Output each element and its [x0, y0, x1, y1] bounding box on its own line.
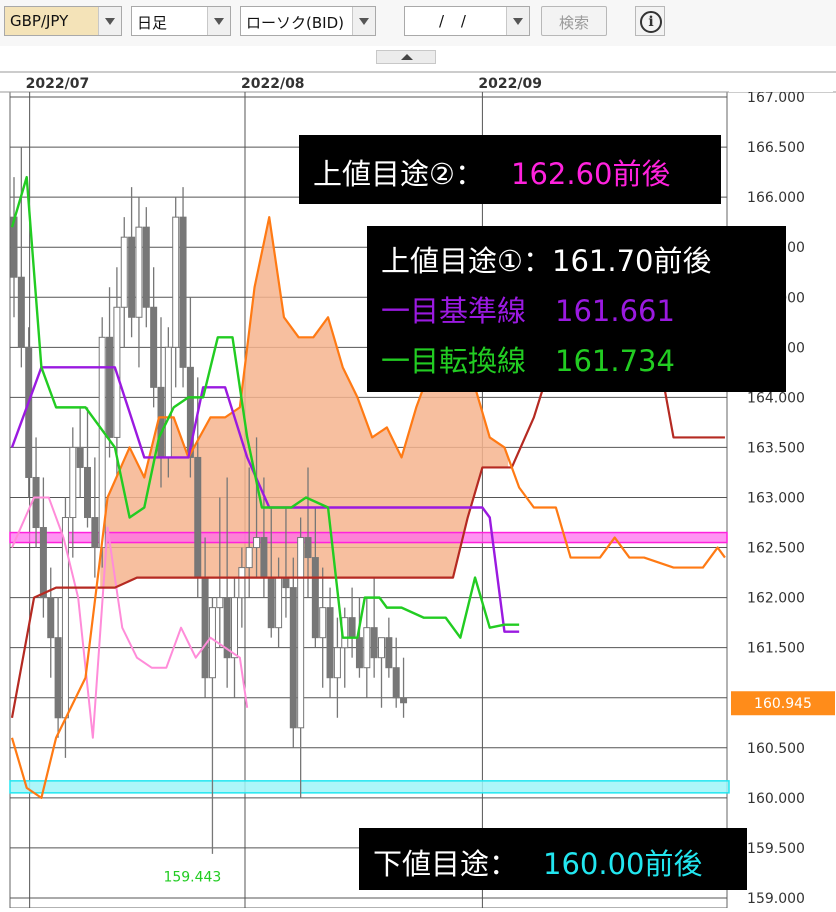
candle-down [76, 446, 84, 468]
low-price-label: 159.443 [163, 870, 221, 886]
upper-target-2-box: 上値目途②： 162.60前後 [299, 135, 721, 204]
y-tick-label: 160.000 [747, 791, 805, 807]
info-button[interactable]: i [635, 6, 665, 36]
candle-up [253, 537, 261, 549]
candle-up [238, 567, 246, 599]
candle-down [355, 637, 363, 669]
candle-up [208, 607, 216, 679]
x-tick-label: 2022/09 [478, 76, 542, 92]
candle-up [245, 547, 253, 569]
chevron-down-icon[interactable] [352, 7, 375, 35]
date-select[interactable]: / / [404, 6, 530, 36]
y-tick-label: 162.000 [747, 591, 805, 607]
candle-up [135, 226, 143, 318]
candle-down [54, 637, 62, 719]
candle-down [106, 336, 114, 438]
upper-target-2-band [9, 531, 728, 544]
x-tick-label: 2022/07 [26, 76, 90, 92]
candle-down [25, 346, 33, 478]
candle-up [164, 346, 172, 458]
candle-up [319, 607, 327, 639]
candle-up [275, 577, 283, 629]
candle-down [84, 466, 91, 519]
candle-down [47, 597, 55, 639]
candle-down [17, 276, 25, 348]
chart-type-value: ローソク(BID) [246, 14, 344, 32]
upper-target-2-value: 162.60前後 [511, 157, 671, 191]
chevron-down-icon[interactable] [506, 7, 529, 35]
upper-target-1-label: 上値目途①：161.70前後 [381, 244, 712, 278]
candle-down [370, 627, 378, 659]
candle-down [392, 667, 400, 699]
candle-up [363, 627, 371, 669]
top-mask [729, 86, 833, 92]
candle-down [194, 456, 202, 579]
y-tick-label: 166.000 [747, 190, 805, 206]
kijun-readout: 一目基準線 161.661 [381, 294, 675, 328]
candle-down [150, 306, 158, 388]
upper-target-1-box: 上値目途①：161.70前後 一目基準線 161.661 一目転換線 161.7… [367, 226, 786, 392]
candle-up [172, 216, 180, 348]
lower-target-box: 下値目途： 160.00前後 [359, 828, 747, 890]
search-button-label: 検索 [558, 14, 589, 32]
period-select[interactable]: 日足 [131, 6, 231, 36]
candle-down [201, 577, 209, 679]
candle-up [333, 647, 341, 679]
y-tick-label: 161.500 [747, 641, 805, 657]
candle-down [260, 537, 268, 579]
symbol-select[interactable]: GBP/JPY [4, 6, 122, 36]
y-tick-label: 164.000 [747, 390, 805, 406]
lower-target-label: 下値目途： [373, 847, 519, 881]
candle-up [378, 637, 385, 659]
y-tick-label: 162.500 [747, 541, 805, 557]
candle-down [39, 527, 47, 599]
candle-down [348, 617, 356, 639]
tenkan-readout: 一目転換線 161.734 [381, 344, 675, 378]
upper-target-2-label: 上値目途②： [313, 157, 484, 191]
candle-down [128, 236, 136, 318]
chart-area: 159.000159.500160.000160.500161.000161.5… [0, 64, 836, 909]
candle-down [179, 216, 187, 368]
y-tick-label: 167.000 [747, 90, 805, 106]
y-tick-label: 163.000 [747, 490, 805, 506]
collapse-toggle[interactable] [376, 50, 436, 64]
lower-target-band [9, 780, 730, 794]
chart-type-select[interactable]: ローソク(BID) [240, 6, 376, 36]
chevron-down-icon[interactable] [98, 7, 121, 35]
candle-down [400, 697, 408, 704]
search-button[interactable]: 検索 [541, 6, 607, 36]
period-value: 日足 [137, 14, 168, 32]
candle-down [32, 476, 40, 529]
y-tick-label: 166.500 [747, 140, 805, 156]
candle-up [69, 446, 77, 519]
y-tick-label: 159.000 [747, 891, 805, 907]
candle-up [216, 597, 224, 609]
x-tick-label: 2022/08 [241, 76, 305, 92]
y-tick-label: 160.500 [747, 741, 805, 757]
date-value: / / [439, 12, 472, 30]
candle-down [326, 607, 334, 679]
candle-down [142, 226, 150, 308]
candle-down [267, 577, 275, 629]
chevron-down-icon[interactable] [207, 7, 230, 35]
y-tick-label: 159.500 [747, 841, 805, 857]
candle-down [311, 557, 319, 639]
lower-target-value: 160.00前後 [543, 847, 703, 881]
candle-down [91, 517, 99, 549]
candle-down [385, 637, 393, 669]
toolbar: GBP/JPY 日足 ローソク(BID) / / 検索 i [0, 0, 836, 46]
symbol-value: GBP/JPY [10, 12, 69, 30]
y-tick-label: 163.500 [747, 440, 805, 456]
candle-up [120, 236, 128, 308]
candle-up [231, 597, 238, 659]
candle-up [297, 537, 305, 729]
info-icon: i [640, 11, 662, 33]
candle-down [289, 587, 297, 729]
candle-down [282, 577, 290, 589]
current-price-label: 160.945 [754, 696, 812, 712]
candle-down [304, 537, 312, 559]
